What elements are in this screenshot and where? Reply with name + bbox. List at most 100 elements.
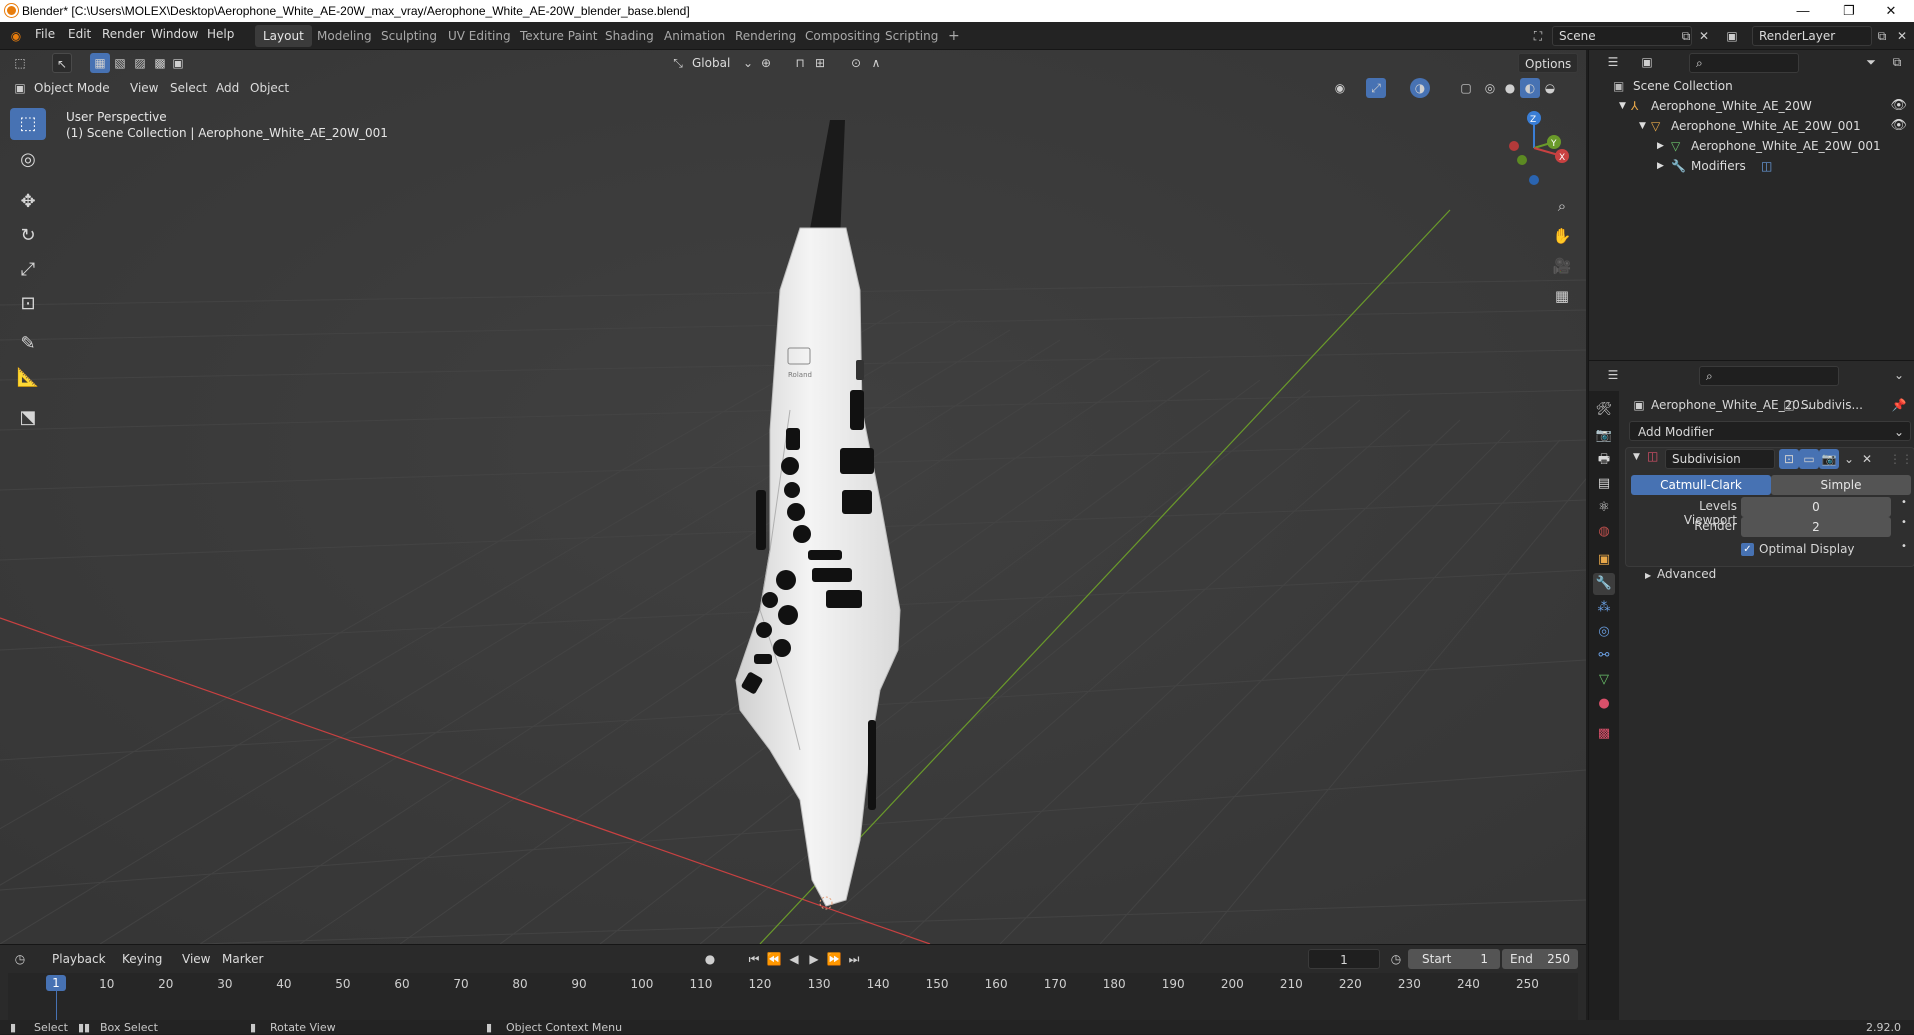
- wireframe-shading-icon[interactable]: ◎: [1480, 78, 1500, 98]
- remove-modifier-icon[interactable]: ✕: [1857, 449, 1877, 469]
- start-frame-field[interactable]: Start 1: [1408, 949, 1500, 969]
- rendered-shading-icon[interactable]: ◒: [1540, 78, 1560, 98]
- menu-marker[interactable]: Marker: [216, 949, 269, 969]
- view-layer-selector[interactable]: RenderLayer: [1752, 26, 1872, 46]
- disclosure-down-icon[interactable]: ▼: [1633, 452, 1640, 462]
- scene-selector[interactable]: Scene: [1552, 26, 1692, 46]
- cursor-tool-icon[interactable]: ◎: [10, 144, 46, 176]
- next-keyframe-icon[interactable]: ⏩: [824, 949, 844, 969]
- disclosure-down-icon[interactable]: ▼: [1639, 116, 1646, 136]
- proportional-edit-icon[interactable]: ⊙: [846, 53, 866, 73]
- output-tab-icon[interactable]: 🖶: [1593, 449, 1615, 471]
- eye-icon[interactable]: 👁: [1890, 116, 1907, 136]
- maximize-button[interactable]: ❐: [1826, 0, 1872, 22]
- outliner-row-object[interactable]: ▼ ▽ Aerophone_White_AE_20W_001 👁: [1589, 116, 1914, 136]
- transform-tool-icon[interactable]: ⊡: [10, 288, 46, 320]
- select-extend-icon[interactable]: ▧: [110, 53, 130, 73]
- tab-animation[interactable]: Animation: [656, 25, 733, 47]
- falloff-icon[interactable]: ∧: [866, 53, 886, 73]
- catmull-clark-option[interactable]: Catmull-Clark: [1631, 475, 1771, 495]
- filter-icon[interactable]: ⏷: [1861, 52, 1881, 72]
- view-layer-icon[interactable]: ▣: [1722, 26, 1742, 46]
- editor-type-icon[interactable]: ⬚: [10, 53, 30, 73]
- keyframe-dot-icon[interactable]: •: [1901, 517, 1907, 528]
- blender-menu-icon[interactable]: ◉: [6, 26, 26, 46]
- add-workspace-button[interactable]: +: [940, 25, 968, 47]
- realtime-toggle-icon[interactable]: ▭: [1799, 449, 1819, 469]
- tab-layout[interactable]: Layout: [255, 25, 312, 47]
- keyframe-dot-icon[interactable]: •: [1901, 541, 1907, 552]
- end-frame-field[interactable]: End 250: [1502, 949, 1578, 969]
- object-mode-icon[interactable]: ▣: [10, 78, 30, 98]
- jump-start-icon[interactable]: ⏮: [744, 949, 764, 969]
- select-subtract-icon[interactable]: ▨: [130, 53, 150, 73]
- camera-view-icon[interactable]: 🎥: [1552, 256, 1572, 276]
- transform-orientation-icon[interactable]: ⤡: [668, 53, 688, 73]
- new-view-layer-icon[interactable]: ⧉: [1872, 26, 1892, 46]
- drag-handle-icon[interactable]: ⋮⋮: [1889, 449, 1913, 469]
- view-layer-tab-icon[interactable]: ▤: [1593, 473, 1615, 495]
- overlay-toggle-icon[interactable]: ◑: [1410, 78, 1430, 98]
- menu-file[interactable]: File: [35, 27, 55, 41]
- measure-tool-icon[interactable]: 📐: [10, 362, 46, 394]
- menu-view[interactable]: View: [124, 78, 164, 98]
- select-intersect-icon[interactable]: ▣: [168, 53, 188, 73]
- xray-icon[interactable]: ▢: [1456, 78, 1476, 98]
- minimize-button[interactable]: —: [1780, 0, 1826, 22]
- scene-icon[interactable]: ⛶: [1528, 26, 1548, 46]
- tab-shading[interactable]: Shading: [597, 25, 662, 47]
- mode-dropdown[interactable]: Object Mode: [28, 78, 116, 98]
- outliner-row-collection[interactable]: ▼ ⅄ Aerophone_White_AE_20W 👁: [1589, 96, 1914, 116]
- chevron-down-icon[interactable]: ⌄: [1839, 449, 1859, 469]
- pan-hand-icon[interactable]: ✋: [1552, 226, 1572, 246]
- physics-tab-icon[interactable]: ◎: [1593, 621, 1615, 643]
- prev-keyframe-icon[interactable]: ⏪: [764, 949, 784, 969]
- chevron-down-icon[interactable]: ⌄: [738, 53, 758, 73]
- levels-viewport-field[interactable]: 0: [1741, 497, 1891, 517]
- outliner-row-mesh-data[interactable]: ▶ ▽ Aerophone_White_AE_20W_001: [1589, 136, 1914, 156]
- menu-select[interactable]: Select: [164, 78, 213, 98]
- outliner-row-scene-collection[interactable]: ▣ Scene Collection: [1589, 76, 1914, 96]
- outliner-search-input[interactable]: ⌕: [1689, 53, 1799, 73]
- tab-rendering[interactable]: Rendering: [727, 25, 804, 47]
- ortho-toggle-icon[interactable]: ▦: [1552, 286, 1572, 306]
- select-box-tool-icon[interactable]: ⬚: [10, 108, 46, 140]
- tab-uv-editing[interactable]: UV Editing: [440, 25, 519, 47]
- close-button[interactable]: ✕: [1868, 0, 1914, 22]
- playhead[interactable]: 1: [46, 975, 66, 991]
- play-icon[interactable]: ▶: [804, 949, 824, 969]
- eye-icon[interactable]: 👁: [1890, 96, 1907, 116]
- add-cube-tool-icon[interactable]: ⬔: [10, 402, 46, 434]
- menu-playback[interactable]: Playback: [46, 949, 112, 969]
- menu-help[interactable]: Help: [207, 27, 234, 41]
- disclosure-right-icon[interactable]: ▶: [1657, 136, 1664, 156]
- snap-target-icon[interactable]: ⊞: [810, 53, 830, 73]
- select-invert-icon[interactable]: ▩: [150, 53, 170, 73]
- render-tab-icon[interactable]: 📷: [1593, 425, 1615, 447]
- scale-tool-icon[interactable]: ⤢: [10, 254, 46, 286]
- render-toggle-icon[interactable]: 📷: [1819, 449, 1839, 469]
- menu-window[interactable]: Window: [151, 27, 198, 41]
- options-dropdown[interactable]: Options: [1518, 53, 1579, 73]
- keyframe-dot-icon[interactable]: •: [1901, 497, 1907, 508]
- material-tab-icon[interactable]: ●: [1593, 693, 1615, 715]
- visibility-icon[interactable]: ◉: [1330, 78, 1350, 98]
- record-icon[interactable]: ●: [700, 949, 720, 969]
- outliner-row-modifiers[interactable]: ▶ 🔧 Modifiers ◫: [1589, 156, 1914, 176]
- chevron-down-icon[interactable]: ⌄: [1889, 365, 1909, 385]
- menu-timeline-view[interactable]: View: [176, 949, 216, 969]
- preview-range-icon[interactable]: ◷: [1386, 949, 1406, 969]
- tab-scripting[interactable]: Scripting: [877, 25, 946, 47]
- advanced-subpanel[interactable]: Advanced: [1657, 567, 1716, 581]
- menu-add[interactable]: Add: [210, 78, 245, 98]
- 3d-viewport[interactable]: Roland ⬚ ↖ ▦ ▧ ▨ ▩ ▣ ⤡ Global ⌄ ⊕ ⊓ ⊞ ⊙ …: [0, 50, 1586, 944]
- tab-compositing[interactable]: Compositing: [797, 25, 888, 47]
- constraints-tab-icon[interactable]: ⚯: [1593, 645, 1615, 667]
- properties-search-input[interactable]: ⌕: [1699, 366, 1839, 386]
- menu-keying[interactable]: Keying: [116, 949, 168, 969]
- object-tab-icon[interactable]: ▣: [1593, 549, 1615, 571]
- snap-icon[interactable]: ⊓: [790, 53, 810, 73]
- scene-tab-icon[interactable]: ⚛: [1593, 497, 1615, 519]
- solid-shading-icon[interactable]: ●: [1500, 78, 1520, 98]
- disclosure-right-icon[interactable]: ▶: [1645, 571, 1651, 580]
